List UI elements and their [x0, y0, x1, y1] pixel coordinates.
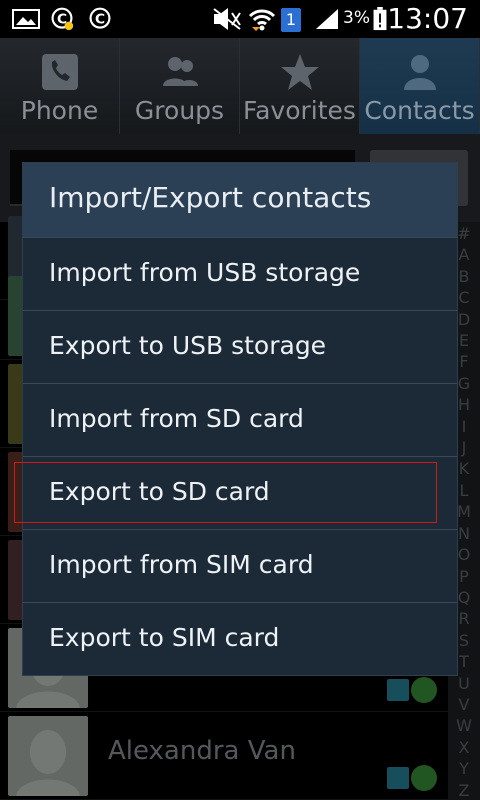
menu-item-export-usb[interactable]: Export to USB storage: [23, 310, 457, 383]
tab-label: Contacts: [364, 96, 475, 125]
svg-text:C: C: [95, 11, 105, 27]
dialog-title-text: Import/Export contacts: [49, 181, 372, 214]
menu-item-import-sim[interactable]: Import from SIM card: [23, 529, 457, 602]
menu-item-label: Import from USB storage: [49, 258, 361, 287]
selection-highlight: [14, 462, 437, 523]
tab-contacts[interactable]: Contacts: [360, 38, 480, 134]
status-bar: C C 1 3% 13:07: [0, 0, 480, 38]
signal-icon: [316, 9, 338, 29]
battery-percent: 3%: [343, 8, 370, 28]
tab-label: Favorites: [243, 96, 356, 125]
tab-bar: Phone Groups Favorites Contacts: [0, 38, 480, 134]
menu-item-import-sd[interactable]: Import from SD card: [23, 383, 457, 456]
clock: 13:07: [387, 2, 468, 35]
dialog-title: Import/Export contacts: [23, 163, 457, 237]
mute-icon: [213, 8, 241, 30]
tab-label: Phone: [20, 96, 99, 125]
contact-icon: [403, 55, 436, 90]
tab-groups[interactable]: Groups: [120, 38, 240, 134]
image-icon: [12, 9, 40, 29]
c-circle-icon: C: [89, 7, 111, 29]
tab-label: Groups: [134, 96, 225, 125]
notification-icon: 1: [281, 8, 301, 32]
tab-phone[interactable]: Phone: [0, 38, 120, 134]
battery-icon: [373, 7, 387, 31]
menu-item-label: Export to USB storage: [49, 331, 327, 360]
tab-favorites[interactable]: Favorites: [240, 38, 360, 134]
star-icon: [280, 54, 319, 90]
menu-item-label: Import from SIM card: [49, 550, 314, 579]
wifi-icon: [248, 9, 276, 31]
c-circle-icon: C: [51, 7, 74, 31]
groups-icon: [162, 57, 198, 86]
menu-item-label: Export to SIM card: [49, 623, 280, 652]
menu-item-export-sim[interactable]: Export to SIM card: [23, 602, 457, 675]
import-export-dialog: Import/Export contacts Import from USB s…: [22, 162, 458, 676]
phone-icon: [41, 54, 78, 90]
menu-item-label: Import from SD card: [49, 404, 304, 433]
menu-item-import-usb[interactable]: Import from USB storage: [23, 237, 457, 310]
